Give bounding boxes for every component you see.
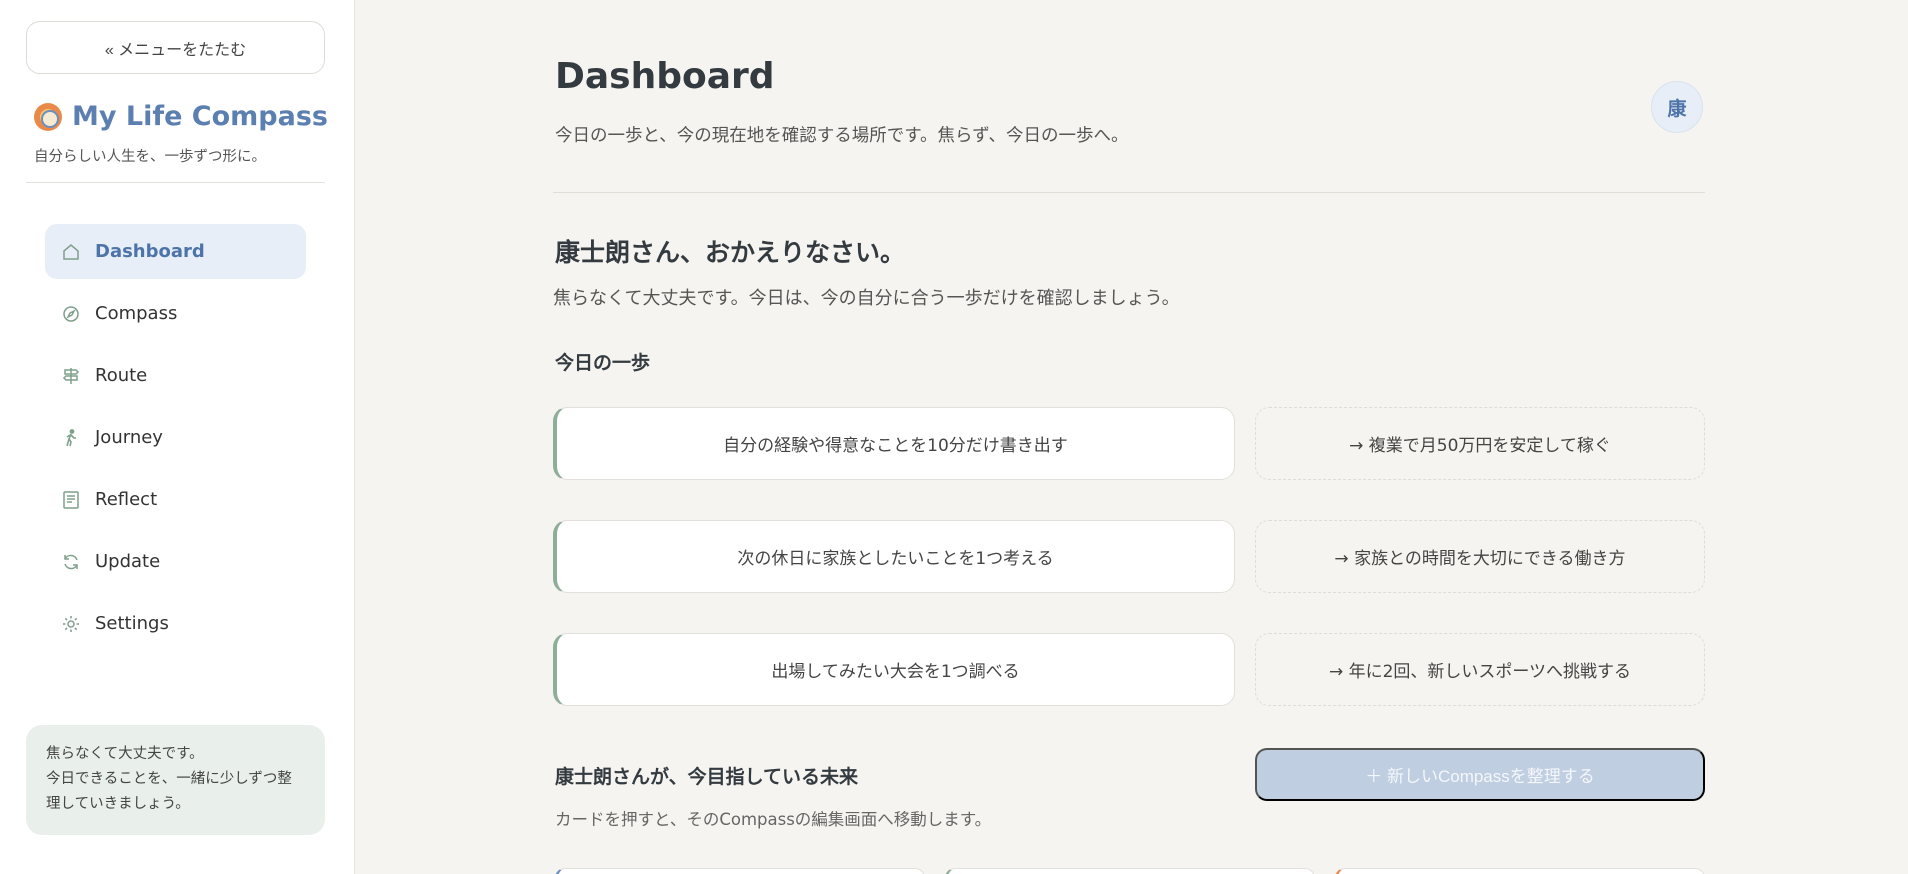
sidebar-item-label: Reflect <box>95 489 158 510</box>
home-icon <box>61 242 81 262</box>
step-card[interactable]: 出場してみたい大会を1つ調べる <box>553 633 1235 706</box>
sidebar-item-label: Dashboard <box>95 241 205 262</box>
goal-link: → 複業で月50万円を安定して稼ぐ <box>1255 407 1705 480</box>
step-card[interactable]: 次の休日に家族としたいことを1つ考える <box>553 520 1235 593</box>
page-subtitle: 今日の一歩と、今の現在地を確認する場所です。焦らず、今日の一歩へ。 <box>555 126 1129 146</box>
sidebar: « メニューをたたむ My Life Compass 自分らしい人生を、一歩ずつ… <box>0 0 355 874</box>
today-steps-title: 今日の一歩 <box>555 352 651 374</box>
signpost-icon <box>61 366 81 386</box>
sidebar-item-update[interactable]: Update <box>45 534 306 589</box>
note-line: 焦らなくて大丈夫です。 <box>46 746 204 762</box>
brand-title: My Life Compass <box>72 101 328 132</box>
walking-icon <box>61 428 81 448</box>
app-root: « メニューをたたむ My Life Compass 自分らしい人生を、一歩ずつ… <box>0 0 1908 874</box>
main-content: Dashboard 今日の一歩と、今の現在地を確認する場所です。焦らず、今日の一… <box>355 0 1908 874</box>
brand: My Life Compass <box>34 101 328 132</box>
sidebar-item-route[interactable]: Route <box>45 348 306 403</box>
compass-card[interactable] <box>945 868 1315 874</box>
brand-subtitle: 自分らしい人生を、一歩ずつ形に。 <box>34 149 266 165</box>
sidebar-item-journey[interactable]: Journey <box>45 410 306 465</box>
notebook-icon <box>61 490 81 510</box>
compass-card[interactable] <box>555 868 925 874</box>
step-card[interactable]: 自分の経験や得意なことを10分だけ書き出す <box>553 407 1235 480</box>
divider <box>26 182 325 183</box>
refresh-icon <box>61 552 81 572</box>
compass-logo-icon <box>34 102 62 131</box>
compass-icon <box>61 304 81 324</box>
sidebar-item-compass[interactable]: Compass <box>45 286 306 341</box>
sidebar-item-label: Compass <box>95 303 178 324</box>
page-title: Dashboard <box>555 56 775 97</box>
sidebar-item-label: Journey <box>95 427 163 448</box>
future-title: 康士朗さんが、今目指している未来 <box>555 766 859 788</box>
sidebar-item-label: Settings <box>95 613 169 634</box>
sidebar-item-label: Route <box>95 365 148 386</box>
gear-icon <box>61 614 81 634</box>
avatar[interactable]: 康 <box>1651 81 1703 133</box>
compass-card[interactable] <box>1335 868 1705 874</box>
goal-link: → 年に2回、新しいスポーツへ挑戦する <box>1255 633 1705 706</box>
sidebar-item-settings[interactable]: Settings <box>45 596 306 651</box>
sidebar-item-reflect[interactable]: Reflect <box>45 472 306 527</box>
goal-link: → 家族との時間を大切にできる働き方 <box>1255 520 1705 593</box>
future-subtitle: カードを押すと、そのCompassの編集画面へ移動します。 <box>555 810 992 829</box>
divider <box>553 192 1705 193</box>
encouragement-note: 焦らなくて大丈夫です。 今日できることを、一緒に少しずつ整理していきましょう。 <box>26 725 325 835</box>
collapse-menu-button[interactable]: « メニューをたたむ <box>26 21 325 74</box>
new-compass-button[interactable]: ＋ 新しいCompassを整理する <box>1255 748 1705 801</box>
sidebar-item-label: Update <box>95 551 161 572</box>
welcome-title: 康士朗さん、おかえりなさい。 <box>555 238 906 267</box>
note-line: 今日できることを、一緒に少しずつ整理していきましょう。 <box>46 771 292 812</box>
welcome-subtitle: 焦らなくて大丈夫です。今日は、今の自分に合う一歩だけを確認しましょう。 <box>553 288 1180 309</box>
sidebar-item-dashboard[interactable]: Dashboard <box>45 224 306 279</box>
